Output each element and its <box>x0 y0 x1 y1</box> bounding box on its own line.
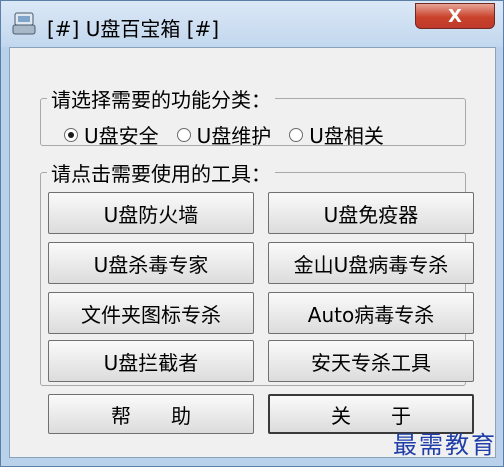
radio-unchecked-icon[interactable] <box>289 127 304 142</box>
radio-checked-icon[interactable] <box>64 127 78 142</box>
radio-label: U盘维护 <box>196 124 272 148</box>
radio-label: U盘相关 <box>309 124 384 148</box>
auto-virus-killer-button[interactable]: Auto病毒专杀 <box>268 292 474 334</box>
title-bar[interactable]: [#] U盘百宝箱 [#] X <box>1 1 503 47</box>
antiy-virus-killer-button[interactable]: 安天专杀工具 <box>268 340 474 382</box>
radio-usb-related[interactable]: U盘相关 <box>289 120 384 149</box>
window-title: [#] U盘百宝箱 [#] <box>47 17 220 41</box>
radio-usb-maintenance[interactable]: U盘维护 <box>176 120 272 149</box>
tools-legend: 请点击需要使用的工具： <box>51 162 271 186</box>
radio-unchecked-icon[interactable] <box>176 127 191 142</box>
usb-antivirus-expert-button[interactable]: U盘杀毒专家 <box>48 242 254 284</box>
radio-usb-security[interactable]: U盘安全 <box>64 120 159 149</box>
usb-drive-icon <box>9 11 39 37</box>
category-legend: 请选择需要的功能分类： <box>51 88 271 112</box>
watermark-text: 最需教育 <box>393 431 497 459</box>
app-window: [#] U盘百宝箱 [#] X 请选择需要的功能分类： U盘安全 U盘维护 U盘… <box>0 0 504 467</box>
kingsoft-usb-virus-killer-button[interactable]: 金山U盘病毒专杀 <box>268 242 474 284</box>
usb-immunizer-button[interactable]: U盘免疫器 <box>268 192 474 234</box>
close-icon: X <box>448 5 462 27</box>
category-radio-row: U盘安全 U盘维护 U盘相关 <box>64 120 384 149</box>
client-area: 请选择需要的功能分类： U盘安全 U盘维护 U盘相关 请点击需要使用的工具： U… <box>9 47 496 458</box>
help-button[interactable]: 帮助 <box>48 394 254 434</box>
close-button[interactable]: X <box>415 3 495 29</box>
folder-icon-virus-killer-button[interactable]: 文件夹图标专杀 <box>48 292 254 334</box>
usb-firewall-button[interactable]: U盘防火墙 <box>48 192 254 234</box>
usb-interceptor-button[interactable]: U盘拦截者 <box>48 340 254 382</box>
radio-label: U盘安全 <box>84 124 159 148</box>
